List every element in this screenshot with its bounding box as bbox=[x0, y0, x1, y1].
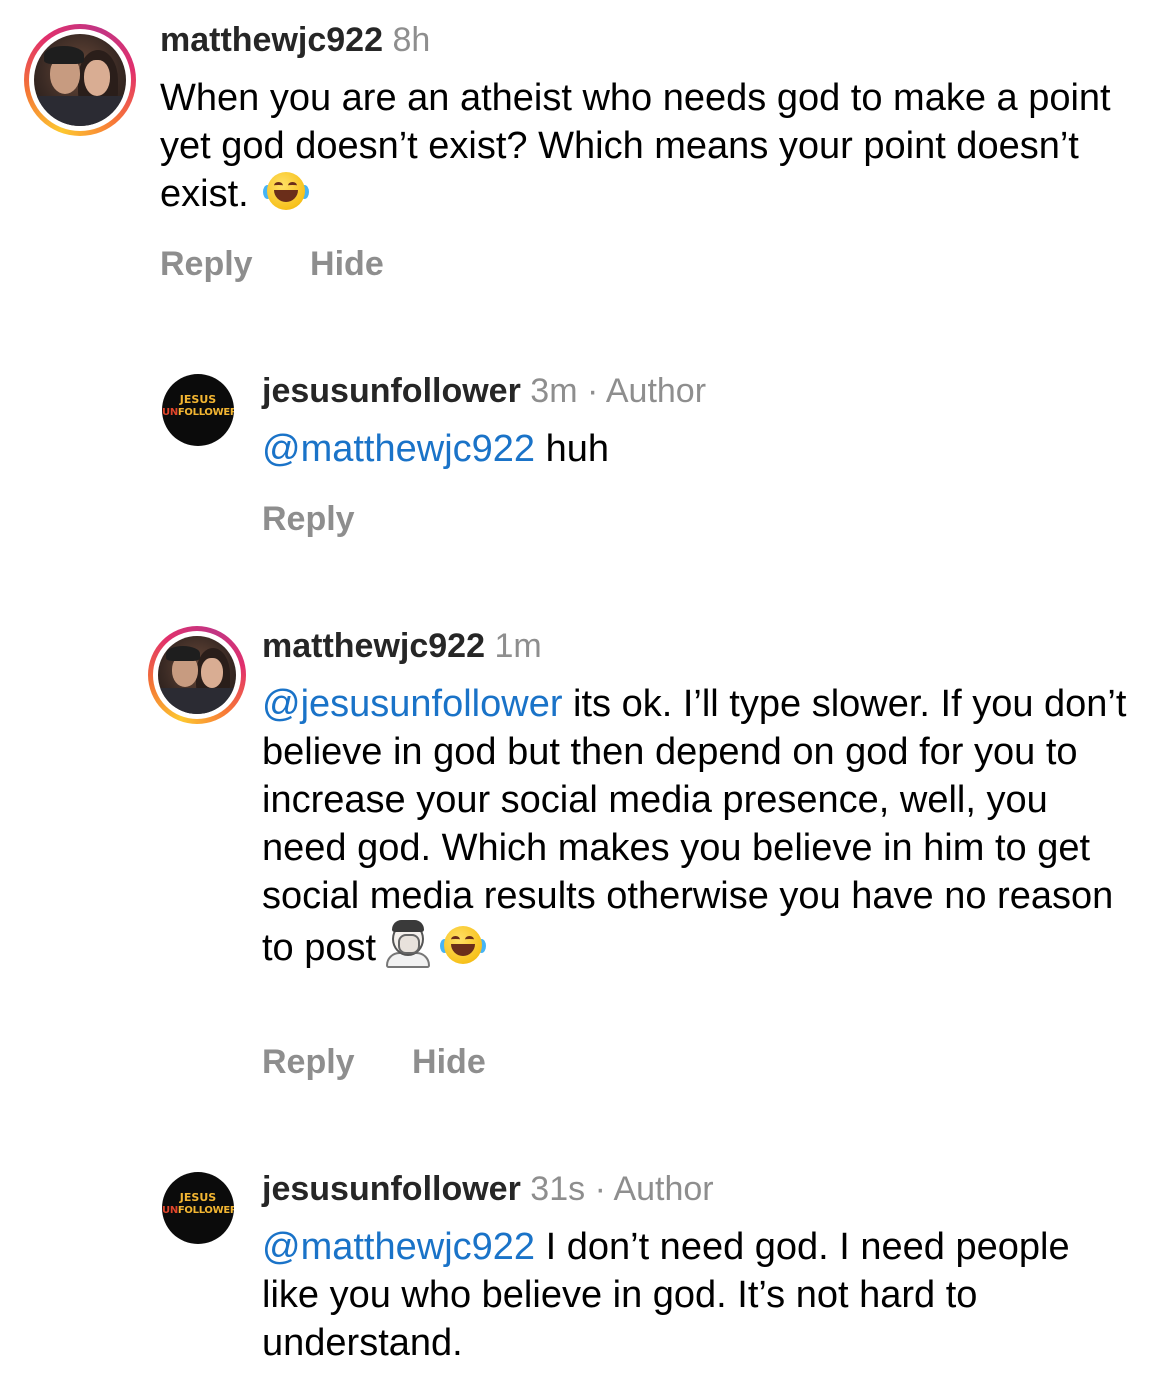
reply-button[interactable]: Reply bbox=[262, 1042, 355, 1082]
comment-reply: matthewjc922 1m @jesusunfollower its ok.… bbox=[0, 610, 1152, 1090]
timestamp: 8h bbox=[392, 21, 431, 59]
logo-text: UNFOLLOWER bbox=[162, 1205, 234, 1216]
hide-button[interactable]: Hide bbox=[412, 1042, 486, 1082]
profile-photo bbox=[34, 34, 126, 126]
comment-actions: Reply Hide bbox=[160, 244, 384, 284]
username[interactable]: jesusunfollower bbox=[262, 372, 521, 410]
comment-header: jesusunfollower 3m · Author bbox=[262, 371, 706, 411]
face-with-tears-of-joy-icon bbox=[263, 170, 310, 212]
comment-text: @matthewjc922 huh bbox=[262, 425, 1132, 473]
comment-actions: Reply Hide bbox=[262, 1042, 486, 1082]
user-avatar[interactable] bbox=[24, 24, 136, 136]
logo-text: JESUS bbox=[179, 1191, 217, 1204]
comment-header: jesusunfollower 31s · Author bbox=[262, 1169, 714, 1209]
mention-link[interactable]: @jesusunfollower bbox=[262, 683, 563, 725]
comment-actions: Reply bbox=[262, 499, 355, 539]
comment-text: @jesusunfollower its ok. I’ll type slowe… bbox=[262, 680, 1132, 972]
comment-reply: JESUS UNFOLLOWER jesusunfollower 31s · A… bbox=[0, 1158, 1152, 1382]
hide-button[interactable]: Hide bbox=[310, 244, 384, 284]
username[interactable]: matthewjc922 bbox=[262, 627, 485, 665]
jesusunfollower-logo-avatar[interactable]: JESUS UNFOLLOWER bbox=[162, 374, 234, 446]
person-facepalming-icon bbox=[380, 920, 436, 968]
author-label: · Author bbox=[586, 372, 707, 410]
logo-text: JESUS bbox=[179, 393, 217, 406]
jesusunfollower-logo-avatar[interactable]: JESUS UNFOLLOWER bbox=[162, 1172, 234, 1244]
logo-text: UNFOLLOWER bbox=[162, 407, 234, 418]
comment-body: huh bbox=[535, 428, 610, 470]
reply-button[interactable]: Reply bbox=[160, 244, 253, 284]
mention-link[interactable]: @matthewjc922 bbox=[262, 1226, 535, 1268]
face-with-tears-of-joy-icon bbox=[440, 924, 487, 966]
profile-photo bbox=[158, 636, 236, 714]
author-label: · Author bbox=[594, 1170, 714, 1208]
comment-header: matthewjc922 1m bbox=[262, 626, 542, 666]
comment-header: matthewjc922 8h bbox=[160, 20, 430, 60]
username[interactable]: matthewjc922 bbox=[160, 21, 383, 59]
comment-reply: JESUS UNFOLLOWER jesusunfollower 3m · Au… bbox=[0, 360, 1152, 560]
timestamp: 3m bbox=[530, 372, 578, 410]
username[interactable]: jesusunfollower bbox=[262, 1170, 521, 1208]
reply-button[interactable]: Reply bbox=[262, 499, 355, 539]
comment-text: @matthewjc922 I don’t need god. I need p… bbox=[262, 1223, 1132, 1367]
mention-link[interactable]: @matthewjc922 bbox=[262, 428, 535, 470]
comment-text: When you are an atheist who needs god to… bbox=[160, 74, 1130, 218]
comment: matthewjc922 8h When you are an atheist … bbox=[0, 0, 1152, 300]
timestamp: 31s bbox=[530, 1170, 586, 1208]
timestamp: 1m bbox=[494, 627, 542, 665]
user-avatar[interactable] bbox=[148, 626, 246, 724]
